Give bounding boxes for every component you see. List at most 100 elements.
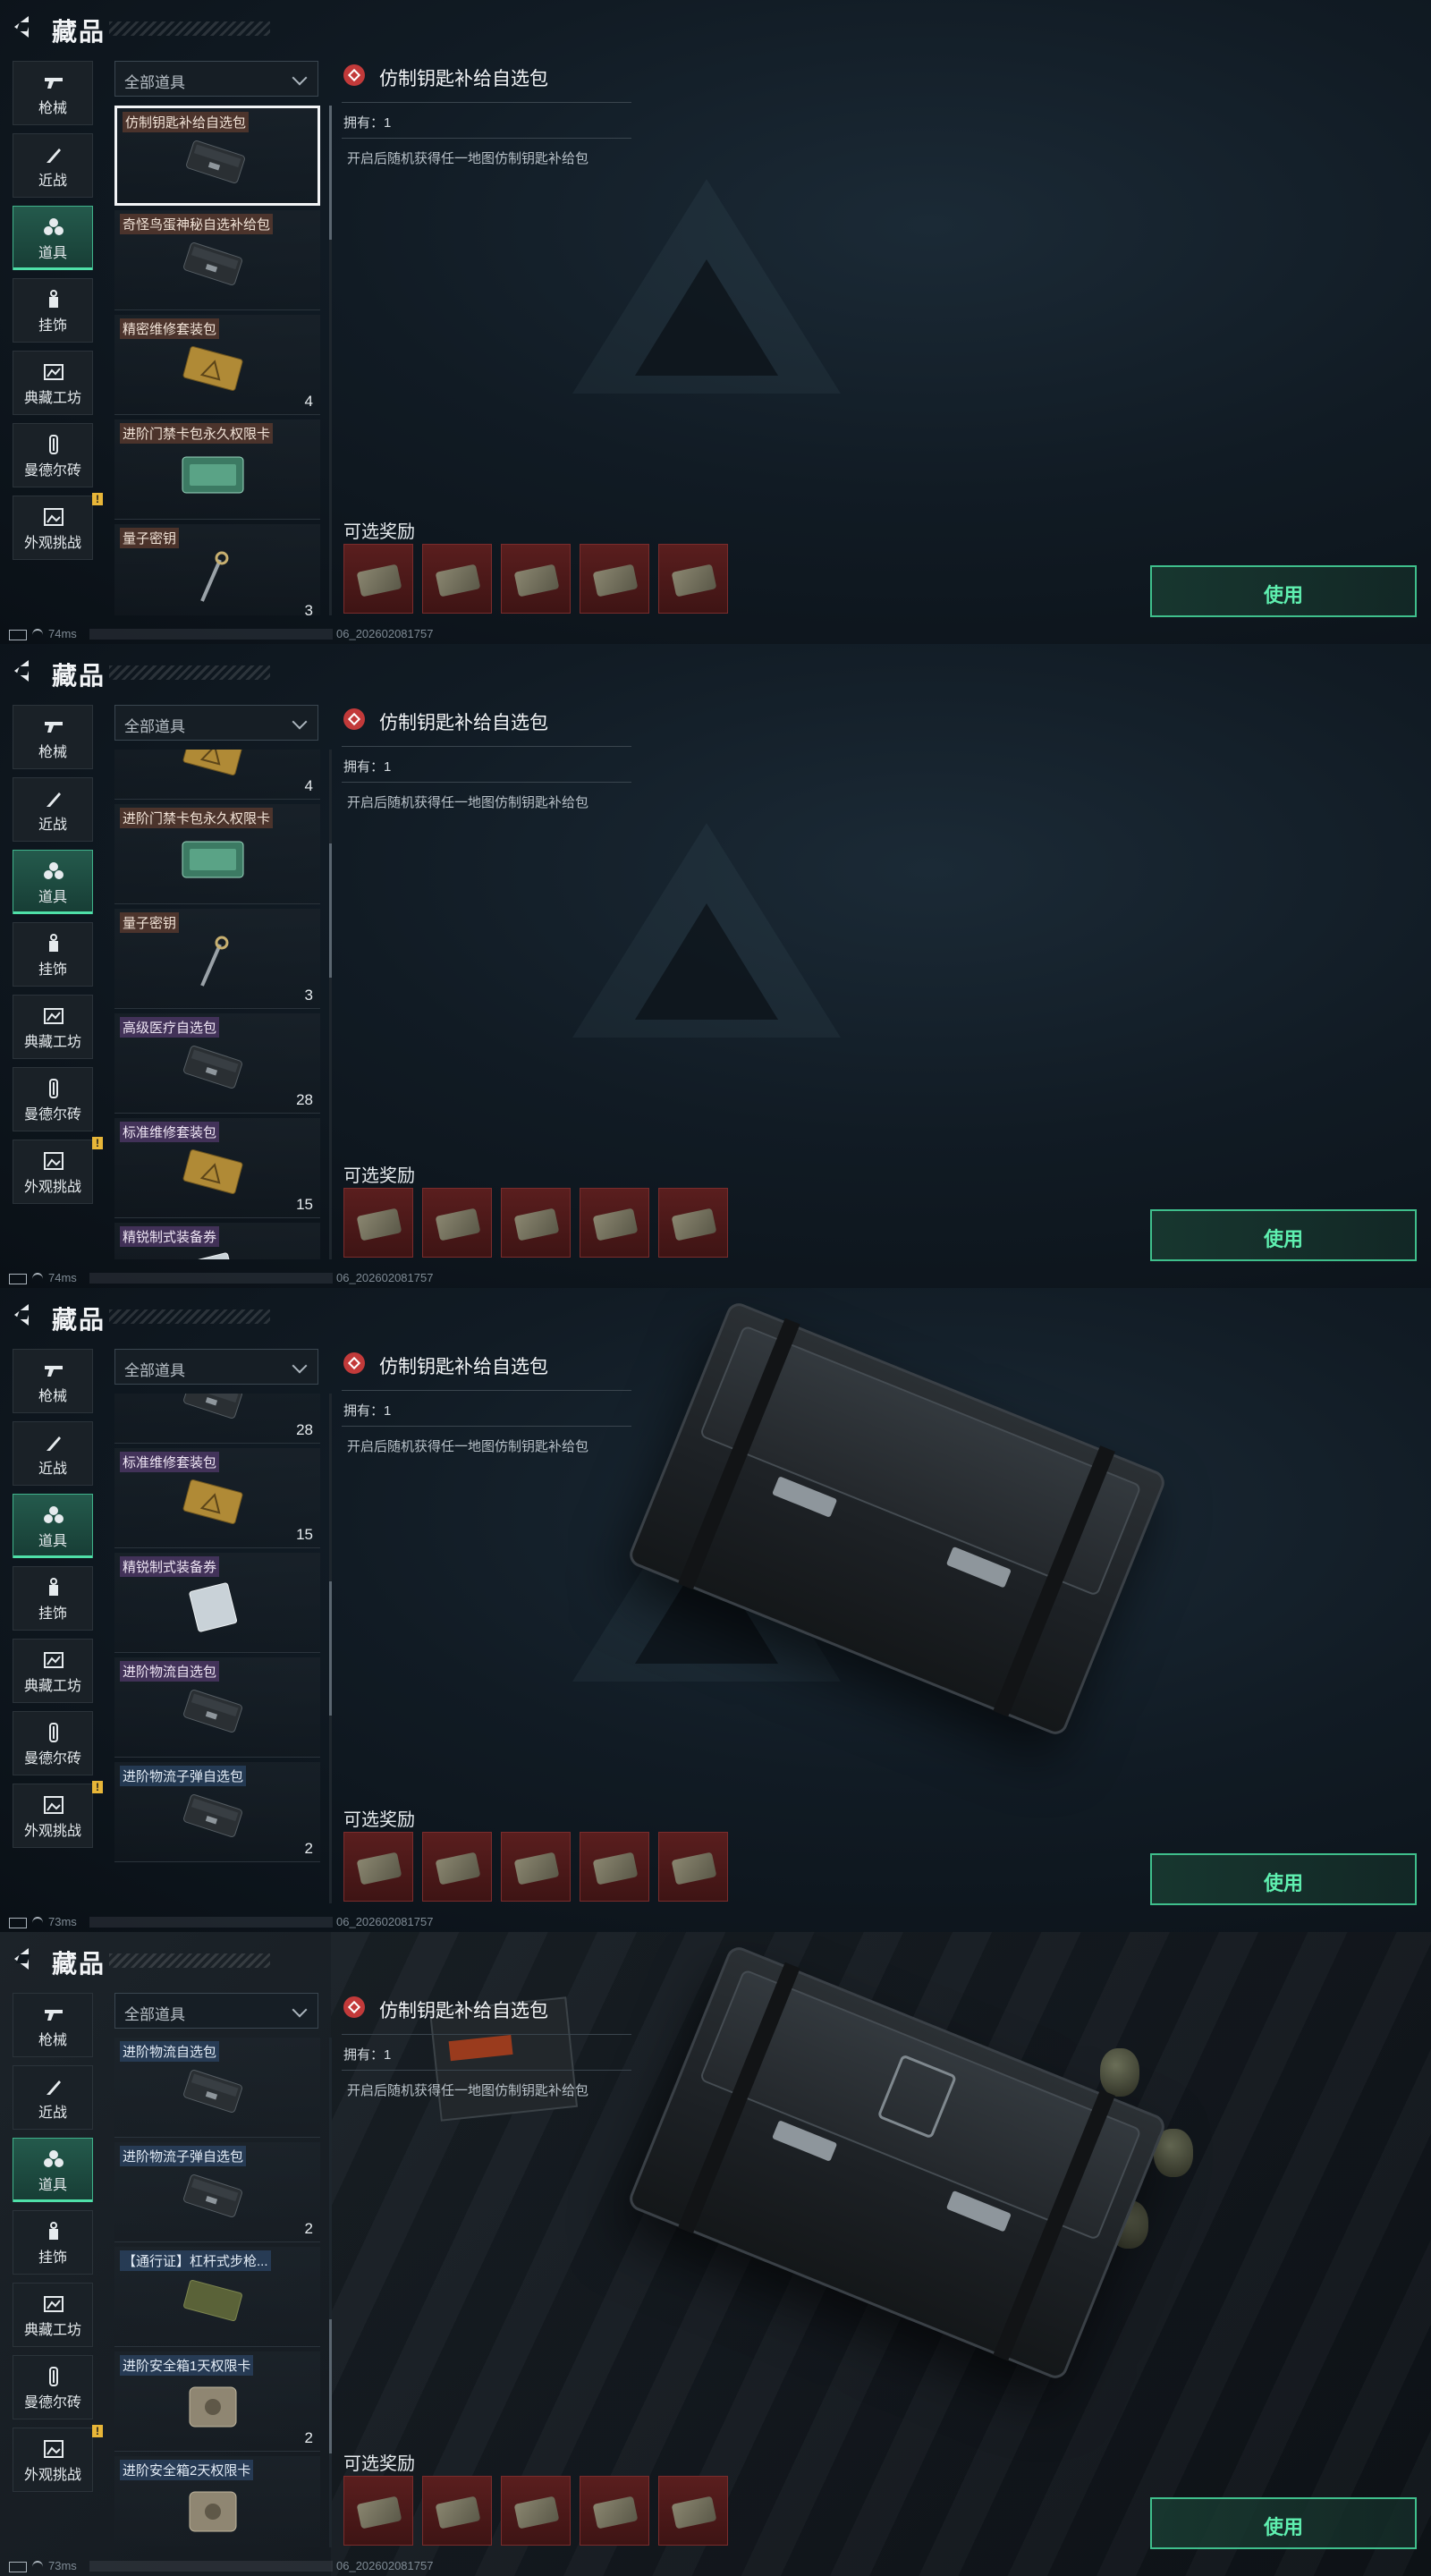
sidebar-item-workshop[interactable]: 典藏工坊 (13, 2283, 93, 2347)
list-item[interactable]: 高级医疗自选包 28 (114, 1013, 320, 1114)
sidebar-item-knife[interactable]: 近战 (13, 2065, 93, 2130)
sidebar-item-challenge[interactable]: 外观挑战! (13, 493, 103, 560)
list-item[interactable]: 仿制钥匙补给自选包 (114, 106, 320, 206)
status-bar: 73ms 06_202602081757 (0, 1914, 537, 1932)
use-button[interactable]: 使用 (1150, 2497, 1417, 2549)
list-item[interactable]: 精密维修套装包 4 (114, 315, 320, 415)
sidebar-item-items[interactable]: 道具 (13, 1494, 93, 1558)
list-item[interactable]: 进阶物流自选包 (114, 2038, 320, 2138)
use-button[interactable]: 使用 (1150, 1209, 1417, 1261)
list-item[interactable]: 进阶安全箱2天权限卡 (114, 2456, 320, 2547)
sidebar-item-gun[interactable]: 枪械 (13, 1993, 93, 2057)
sidebar-item-gun[interactable]: 枪械 (13, 1349, 93, 1413)
list-scrollbar[interactable] (329, 1394, 332, 1903)
list-item[interactable]: 进阶安全箱1天权限卡 2 (114, 2351, 320, 2452)
item-filter-dropdown[interactable]: 全部道具 (114, 705, 318, 741)
reward-option[interactable] (658, 1832, 728, 1902)
reward-option[interactable] (501, 1188, 571, 1258)
sidebar-item-charm[interactable]: 挂饰 (13, 1566, 93, 1631)
sidebar-item-workshop[interactable]: 典藏工坊 (13, 995, 93, 1059)
supply-box-icon (671, 564, 717, 597)
reward-option[interactable] (501, 1832, 571, 1902)
sidebar-item-gun[interactable]: 枪械 (13, 61, 93, 125)
reward-option[interactable] (343, 1832, 413, 1902)
sidebar-item-knife[interactable]: 近战 (13, 133, 93, 198)
reward-option[interactable] (422, 2476, 492, 2546)
reward-option[interactable] (580, 544, 649, 614)
list-item[interactable]: 精锐制式装备券 (114, 1223, 320, 1259)
list-item[interactable]: 标准维修套装包 15 (114, 1118, 320, 1218)
list-scrollbar[interactable] (329, 2038, 332, 2547)
reward-option[interactable] (343, 2476, 413, 2546)
scrollbar-thumb[interactable] (329, 2319, 332, 2453)
sidebar-item-label: 曼德尔砖 (23, 463, 81, 479)
reward-option[interactable] (658, 2476, 728, 2546)
reward-option[interactable] (501, 544, 571, 614)
items-icon (43, 2149, 64, 2169)
reward-option[interactable] (422, 1832, 492, 1902)
sidebar-item-knife[interactable]: 近战 (13, 1421, 93, 1486)
reward-option[interactable] (580, 1188, 649, 1258)
sidebar-item-items[interactable]: 道具 (13, 206, 93, 270)
reward-option[interactable] (422, 1188, 492, 1258)
radio-screen (448, 2034, 513, 2062)
list-scrollbar[interactable] (329, 106, 332, 615)
scrollbar-thumb[interactable] (329, 843, 332, 978)
reward-option[interactable] (580, 1832, 649, 1902)
list-item[interactable]: 精锐制式装备券 (114, 1553, 320, 1653)
dark-box-thumb-icon (177, 1789, 249, 1843)
back-arrow-icon[interactable] (14, 16, 29, 38)
sidebar-item-brick[interactable]: 曼德尔砖 (13, 1067, 93, 1131)
reward-option[interactable] (580, 2476, 649, 2546)
reward-option[interactable] (422, 544, 492, 614)
list-item[interactable]: 【通行证】杠杆式步枪... (114, 2247, 320, 2347)
scrollbar-thumb[interactable] (329, 1581, 332, 1716)
list-item[interactable]: 进阶物流自选包 (114, 1657, 320, 1758)
sidebar-item-brick[interactable]: 曼德尔砖 (13, 2355, 93, 2419)
sidebar-item-challenge[interactable]: 外观挑战! (13, 2425, 103, 2492)
list-item[interactable]: 进阶物流子弹自选包 2 (114, 1762, 320, 1862)
scrollbar-thumb[interactable] (329, 106, 332, 240)
item-filter-dropdown[interactable]: 全部道具 (114, 61, 318, 97)
list-item[interactable]: 进阶门禁卡包永久权限卡 (114, 804, 320, 904)
sidebar-item-brick[interactable]: 曼德尔砖 (13, 1711, 93, 1775)
ping-readout: 74ms (48, 1271, 77, 1284)
list-item[interactable]: 量子密钥 3 (114, 524, 320, 615)
sidebar-item-items[interactable]: 道具 (13, 2138, 93, 2202)
reward-option[interactable] (343, 1188, 413, 1258)
item-filter-dropdown[interactable]: 全部道具 (114, 1349, 318, 1385)
list-item[interactable]: 标准维修套装包 15 (114, 1448, 320, 1548)
sidebar-item-challenge[interactable]: 外观挑战! (13, 1137, 103, 1204)
back-arrow-icon[interactable] (14, 660, 29, 682)
back-arrow-icon[interactable] (14, 1304, 29, 1326)
sidebar-item-charm[interactable]: 挂饰 (13, 922, 93, 987)
reward-option[interactable] (501, 2476, 571, 2546)
supply-box-icon (356, 1852, 402, 1885)
sidebar-item-workshop[interactable]: 典藏工坊 (13, 1639, 93, 1703)
use-button[interactable]: 使用 (1150, 565, 1417, 617)
sidebar-item-charm[interactable]: 挂饰 (13, 278, 93, 343)
back-arrow-icon[interactable] (14, 1948, 29, 1970)
sidebar-item-items[interactable]: 道具 (13, 850, 93, 914)
sidebar-item-workshop[interactable]: 典藏工坊 (13, 351, 93, 415)
list-item[interactable]: 4 (114, 750, 320, 800)
sidebar-item-knife[interactable]: 近战 (13, 777, 93, 842)
list-scrollbar[interactable] (329, 750, 332, 1259)
sidebar-item-challenge[interactable]: 外观挑战! (13, 1781, 103, 1848)
reward-option[interactable] (658, 1188, 728, 1258)
list-item[interactable]: 量子密钥 3 (114, 909, 320, 1009)
reward-option[interactable] (658, 544, 728, 614)
list-item[interactable]: 进阶门禁卡包永久权限卡 (114, 419, 320, 520)
list-item[interactable]: 进阶物流子弹自选包 2 (114, 2142, 320, 2242)
item-filter-dropdown[interactable]: 全部道具 (114, 1993, 318, 2029)
sidebar-item-brick[interactable]: 曼德尔砖 (13, 423, 93, 487)
supply-box-icon (671, 1208, 717, 1241)
list-item[interactable]: 奇怪鸟蛋神秘自选补给包 (114, 210, 320, 310)
top-bar: 藏品 (0, 644, 286, 698)
sidebar-item-gun[interactable]: 枪械 (13, 705, 93, 769)
rewards-label: 可选奖励 (343, 522, 415, 542)
list-item[interactable]: 28 (114, 1394, 320, 1444)
sidebar-item-charm[interactable]: 挂饰 (13, 2210, 93, 2275)
reward-option[interactable] (343, 544, 413, 614)
use-button[interactable]: 使用 (1150, 1853, 1417, 1905)
